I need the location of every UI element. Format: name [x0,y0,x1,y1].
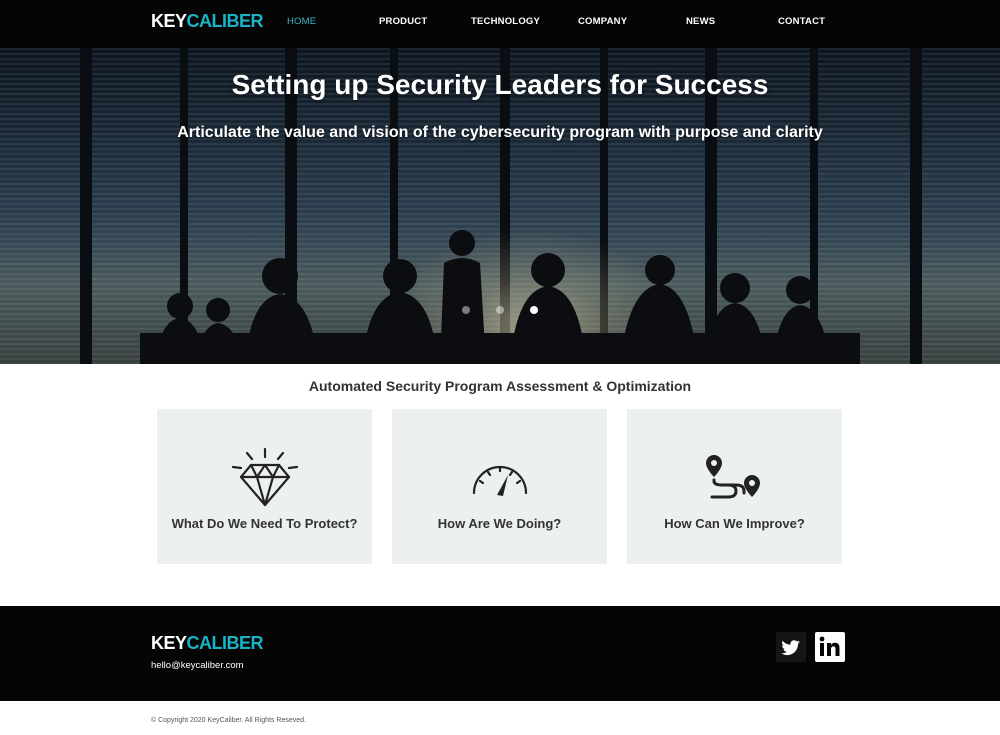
hero-subtitle: Articulate the value and vision of the c… [177,124,823,141]
footer-logo-text-caliber: CALIBER [186,632,264,653]
carousel-dot-2[interactable] [496,306,504,314]
route-icon [627,453,842,503]
carousel-dot-3[interactable] [530,306,538,314]
card-improve[interactable]: How Can We Improve? [627,409,842,564]
hero-title: Setting up Security Leaders for Success [231,69,769,100]
card-doing-label: How Are We Doing? [437,516,562,531]
speedometer-icon [392,459,607,499]
nav-home[interactable]: HOME [287,16,316,27]
footer-email-link[interactable]: hello@keycaliber.com [151,660,244,671]
card-protect-label: What Do We Need To Protect? [171,516,358,531]
logo-text-caliber: CALIBER [186,10,264,31]
diamond-icon [157,447,372,509]
card-improve-label: How Can We Improve? [664,516,805,531]
nav-contact[interactable]: CONTACT [778,16,825,27]
footer: KEY CALIBER hello@keycaliber.com [0,606,1000,701]
copyright-text: © Copyright 2020 KeyCaliber. All Rights … [151,717,306,724]
nav-technology[interactable]: TECHNOLOGY [471,16,540,27]
nav-company[interactable]: COMPANY [578,16,627,27]
carousel-indicators [462,306,538,314]
card-protect[interactable]: What Do We Need To Protect? [157,409,372,564]
logo-text-key: KEY [151,10,187,31]
linkedin-icon[interactable] [815,632,845,662]
card-doing[interactable]: How Are We Doing? [392,409,607,564]
footer-keycaliber-logo[interactable]: KEY CALIBER [151,632,264,653]
copyright-bar: © Copyright 2020 KeyCaliber. All Rights … [0,701,1000,735]
hero-banner: Setting up Security Leaders for Success … [0,48,1000,364]
twitter-icon[interactable] [776,632,806,662]
top-navbar: KEY CALIBER HOME PRODUCT TECHNOLOGY COMPA… [0,0,1000,48]
nav-product[interactable]: PRODUCT [379,16,427,27]
nav-news[interactable]: NEWS [686,16,715,27]
carousel-dot-1[interactable] [462,306,470,314]
keycaliber-logo[interactable]: KEY CALIBER [151,10,264,31]
section-heading: Automated Security Program Assessment & … [308,378,692,394]
footer-logo-text-key: KEY [151,632,187,653]
